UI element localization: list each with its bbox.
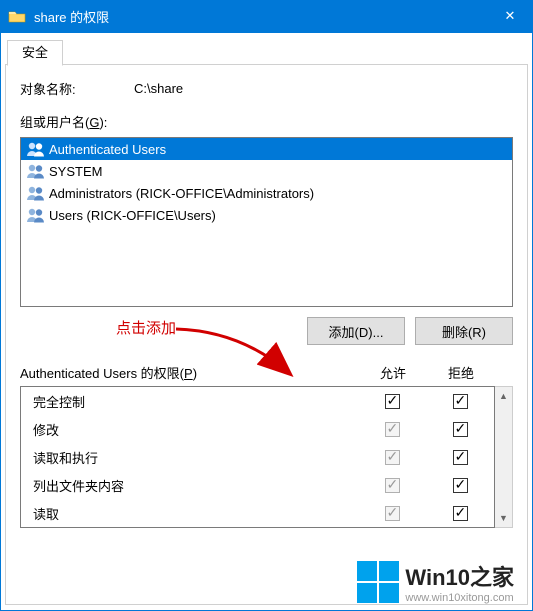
deny-cell [426, 393, 494, 409]
close-icon: ✕ [505, 8, 516, 24]
checkbox[interactable] [385, 422, 400, 437]
col-allow-header: 允许 [359, 363, 427, 382]
deny-cell [426, 477, 494, 493]
users-icon [25, 207, 47, 223]
scroll-up-icon[interactable]: ▲ [495, 387, 512, 405]
watermark: Win10之家 www.win10xitong.com [357, 560, 514, 604]
tab-security[interactable]: 安全 [7, 40, 63, 66]
scroll-down-icon[interactable]: ▼ [495, 509, 512, 527]
object-name-label: 对象名称: [20, 79, 134, 98]
users-icon [25, 163, 47, 179]
allow-cell [358, 449, 426, 465]
list-item[interactable]: SYSTEM [21, 160, 512, 182]
checkbox[interactable] [385, 394, 400, 409]
permission-name: 列出文件夹内容 [33, 476, 358, 495]
checkbox[interactable] [385, 450, 400, 465]
checkbox[interactable] [453, 394, 468, 409]
remove-button[interactable]: 删除(R) [415, 317, 513, 345]
folder-icon [8, 9, 26, 23]
users-icon [25, 141, 47, 157]
deny-cell [426, 505, 494, 521]
scrollbar[interactable]: ▲ ▼ [495, 386, 513, 528]
list-item-label: Authenticated Users [49, 142, 166, 157]
list-item[interactable]: Users (RICK-OFFICE\Users) [21, 204, 512, 226]
window-title: share 的权限 [34, 7, 487, 26]
annotation-text: 点击添加 [116, 317, 176, 338]
allow-cell [358, 393, 426, 409]
permissions-box-wrap: 完全控制修改读取和执行列出文件夹内容读取 ▲ ▼ [20, 386, 513, 528]
button-row: 点击添加 添加(D)... 删除(R) [20, 317, 513, 345]
permissions-label: Authenticated Users 的权限(P) [20, 363, 359, 382]
allow-cell [358, 421, 426, 437]
titlebar: share 的权限 ✕ [0, 0, 533, 32]
users-icon [25, 185, 47, 201]
permission-name: 读取和执行 [33, 448, 358, 467]
list-item-label: Administrators (RICK-OFFICE\Administrato… [49, 186, 314, 201]
permission-row: 列出文件夹内容 [21, 471, 494, 499]
tab-content: 对象名称: C:\share 组或用户名(G): Authenticated U… [5, 65, 528, 605]
add-button[interactable]: 添加(D)... [307, 317, 405, 345]
watermark-brand: Win10之家 [405, 560, 514, 592]
list-item[interactable]: Administrators (RICK-OFFICE\Administrato… [21, 182, 512, 204]
dialog-panel: 安全 对象名称: C:\share 组或用户名(G): Authenticate… [0, 32, 533, 611]
permission-row: 读取和执行 [21, 443, 494, 471]
allow-cell [358, 477, 426, 493]
windows-logo-icon [357, 561, 399, 603]
list-item-label: SYSTEM [49, 164, 102, 179]
deny-cell [426, 449, 494, 465]
permission-name: 读取 [33, 504, 358, 523]
permission-row: 读取 [21, 499, 494, 527]
group-users-label: 组或用户名(G): [20, 112, 513, 131]
list-item-label: Users (RICK-OFFICE\Users) [49, 208, 216, 223]
checkbox[interactable] [385, 506, 400, 521]
checkbox[interactable] [385, 478, 400, 493]
deny-cell [426, 421, 494, 437]
allow-cell [358, 505, 426, 521]
checkbox[interactable] [453, 506, 468, 521]
object-name-value: C:\share [134, 81, 183, 96]
col-deny-header: 拒绝 [427, 363, 495, 382]
checkbox[interactable] [453, 450, 468, 465]
checkbox[interactable] [453, 422, 468, 437]
permission-row: 完全控制 [21, 387, 494, 415]
scroll-track[interactable] [495, 405, 512, 509]
group-users-listbox[interactable]: Authenticated Users SYSTEM Administrators … [20, 137, 513, 307]
list-item[interactable]: Authenticated Users [21, 138, 512, 160]
permission-name: 修改 [33, 420, 358, 439]
permission-row: 修改 [21, 415, 494, 443]
permissions-listbox: 完全控制修改读取和执行列出文件夹内容读取 [20, 386, 495, 528]
watermark-url: www.win10xitong.com [405, 592, 514, 604]
close-button[interactable]: ✕ [487, 0, 533, 32]
tab-strip: 安全 [5, 37, 528, 65]
checkbox[interactable] [453, 478, 468, 493]
permission-name: 完全控制 [33, 392, 358, 411]
object-name-row: 对象名称: C:\share [20, 79, 513, 98]
